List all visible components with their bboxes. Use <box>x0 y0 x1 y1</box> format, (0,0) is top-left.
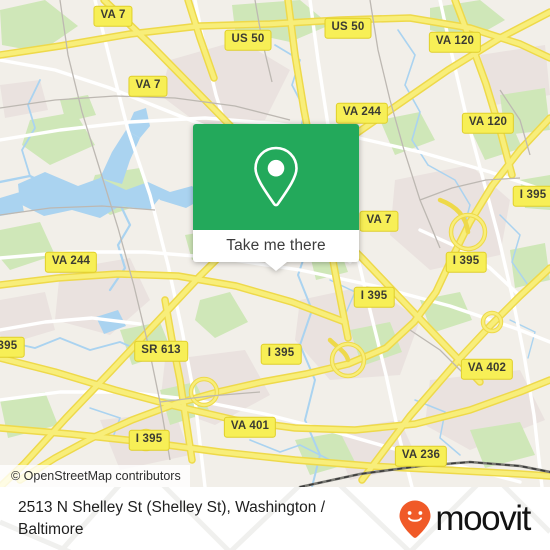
route-shield: I 395 <box>260 343 302 365</box>
location-pin-icon <box>254 146 298 207</box>
route-shield: US 50 <box>324 17 372 39</box>
footer-bar: 2513 N Shelley St (Shelley St), Washingt… <box>0 487 550 550</box>
osm-attribution[interactable]: © OpenStreetMap contributors <box>0 465 190 487</box>
take-me-there-popup[interactable]: Take me there <box>193 124 359 271</box>
route-shield: VA 120 <box>428 31 482 53</box>
route-shield: I 395 <box>445 251 487 273</box>
route-shield: VA 401 <box>223 416 277 438</box>
route-shield: SR 613 <box>134 340 188 362</box>
moovit-wordmark: moovit <box>435 499 531 538</box>
moovit-logo[interactable]: moovit <box>398 499 536 539</box>
route-shield: I 395 <box>128 429 170 451</box>
route-shield: US 50 <box>224 29 272 51</box>
popup-green-header <box>193 124 359 230</box>
map-screenshot: VA 7 US 50 US 50 VA 120 VA 7 VA 244 VA 120 I 39… <box>0 0 550 550</box>
map-canvas[interactable]: VA 7 US 50 US 50 VA 120 VA 7 VA 244 VA 120 I 39… <box>0 0 550 487</box>
popup-action-bar[interactable]: Take me there <box>193 230 359 262</box>
take-me-there-label: Take me there <box>226 237 326 254</box>
route-shield: VA 236 <box>394 445 448 467</box>
route-shield: VA 7 <box>128 75 168 97</box>
route-shield: VA 244 <box>335 102 389 124</box>
route-shield: VA 402 <box>460 358 514 380</box>
location-title: 2513 N Shelley St (Shelley St), Washingt… <box>18 498 325 538</box>
moovit-smiley-pin-icon <box>399 500 431 538</box>
popup-tail <box>265 262 287 271</box>
route-shield: I 395 <box>512 185 550 207</box>
route-shield: VA 7 <box>359 210 399 232</box>
route-shield: VA 244 <box>44 251 98 273</box>
route-shield: I 395 <box>0 336 25 358</box>
route-shield: VA 120 <box>461 112 515 134</box>
route-shield: VA 7 <box>93 5 133 27</box>
route-shield: I 395 <box>353 286 395 308</box>
